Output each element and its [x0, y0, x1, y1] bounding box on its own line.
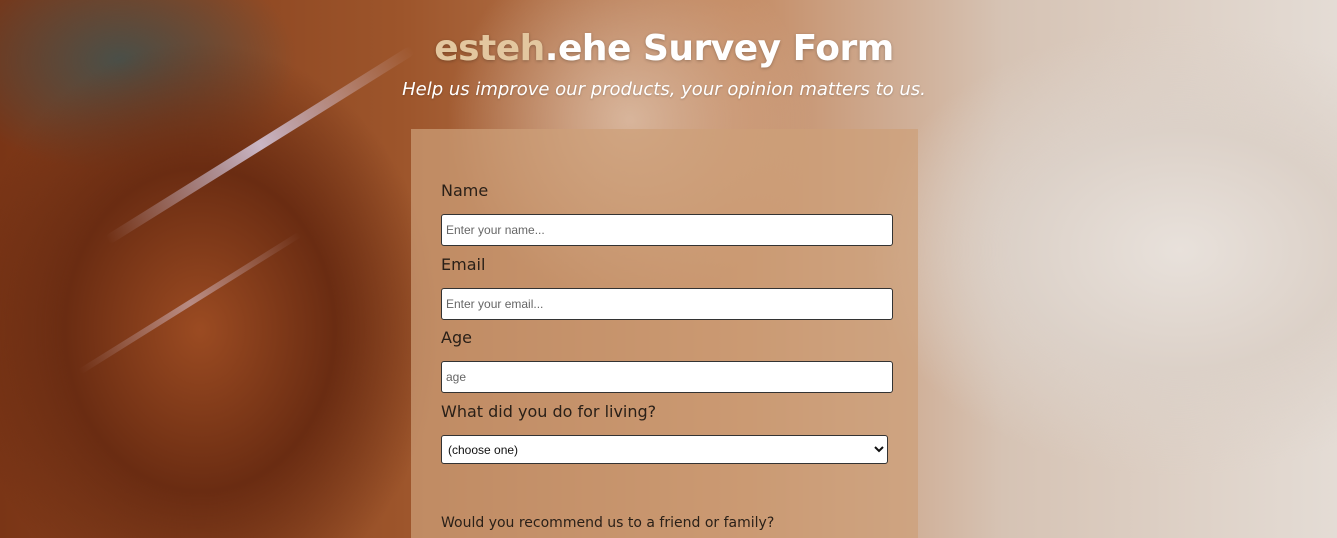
background-light-streak [78, 231, 302, 375]
name-label: Name [441, 181, 489, 200]
page-header: esteh.ehe Survey Form Help us improve ou… [0, 28, 1328, 100]
email-input[interactable] [441, 288, 893, 320]
recommend-question-label: Would you recommend us to a friend or fa… [441, 515, 775, 531]
brand-name: esteh [434, 28, 545, 69]
page-title: esteh.ehe Survey Form [0, 28, 1328, 69]
page-subtitle: Help us improve our products, your opini… [402, 79, 926, 100]
survey-form: Name Email Age What did you do for livin… [411, 129, 918, 538]
occupation-select[interactable]: (choose one) [441, 435, 888, 464]
title-text: .ehe Survey Form [544, 28, 895, 69]
name-input[interactable] [441, 214, 893, 246]
occupation-label: What did you do for living? [441, 402, 657, 421]
email-label: Email [441, 255, 486, 274]
age-input[interactable] [441, 361, 893, 393]
age-label: Age [441, 328, 472, 347]
